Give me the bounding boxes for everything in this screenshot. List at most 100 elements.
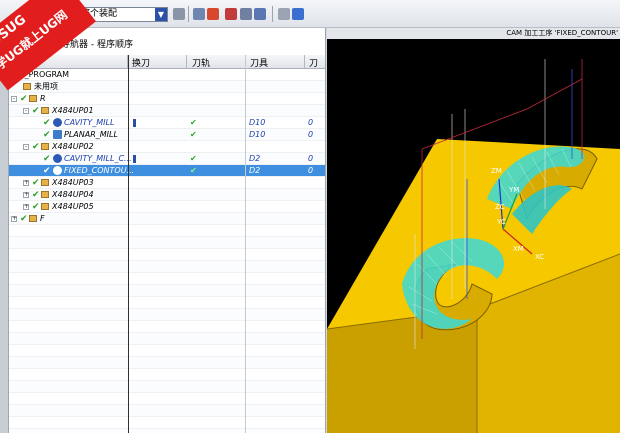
empty-row — [9, 273, 325, 285]
row-tool: D10 — [249, 118, 266, 127]
path-check-icon: ✔ — [190, 130, 197, 139]
cavity-mill-icon — [53, 118, 62, 127]
tree-row[interactable]: + ✔ F — [9, 213, 325, 225]
folder-icon — [23, 83, 31, 90]
row-name: X484UP02 — [52, 142, 94, 151]
tree-row[interactable]: ✔ CAVITY_MILL ✔ D10 0 — [9, 117, 325, 129]
axis-ym-label: YM — [508, 186, 519, 194]
row-name: PLANAR_MILL — [64, 130, 118, 139]
check-icon: ✔ — [43, 154, 51, 164]
check-icon: ✔ — [20, 94, 28, 104]
row-name: 未用项 — [34, 82, 58, 91]
collapse-icon[interactable]: - — [23, 108, 29, 114]
folder-icon — [41, 107, 49, 114]
tree-row[interactable]: + ✔ X484UP05 — [9, 201, 325, 213]
folder-icon — [41, 179, 49, 186]
empty-row — [9, 345, 325, 357]
expand-icon[interactable]: + — [23, 180, 29, 186]
check-icon: ✔ — [43, 130, 51, 140]
axis-xc-label: XC — [535, 253, 544, 261]
empty-row — [9, 393, 325, 405]
chevron-down-icon[interactable]: ▼ — [155, 8, 167, 21]
folder-icon — [29, 95, 37, 102]
empty-row — [9, 417, 325, 429]
check-icon: ✔ — [43, 118, 51, 128]
view-icon[interactable] — [278, 8, 290, 20]
row-num: 0 — [308, 154, 314, 163]
axis-zm-label: ZM — [491, 167, 502, 175]
empty-row — [9, 333, 325, 345]
point-icon[interactable] — [225, 8, 237, 20]
tree-row[interactable]: - ✔ X484UP01 — [9, 105, 325, 117]
select-all-icon[interactable] — [240, 8, 252, 20]
select-icon[interactable] — [193, 8, 205, 20]
tree-row[interactable]: 未用项 — [9, 81, 325, 93]
row-name: CAVITY_MILL_C... — [64, 154, 132, 163]
cam-model-view[interactable]: ZM YM XM ZC YC XC — [327, 39, 620, 433]
empty-row — [9, 369, 325, 381]
tree-row[interactable]: - ✔ R — [9, 93, 325, 105]
empty-row — [9, 381, 325, 393]
folder-icon — [41, 191, 49, 198]
toolbar: 整个装配 ▼ — [0, 0, 620, 28]
row-num: 0 — [308, 118, 314, 127]
tree-row[interactable]: ✔ CAVITY_MILL_C... ✔ D2 0 — [9, 153, 325, 165]
expand-icon[interactable]: + — [23, 192, 29, 198]
filter-icon[interactable] — [173, 8, 185, 20]
viewport-title: CAM 加工工序 'FIXED_CONTOUR' — [327, 28, 620, 39]
tree-row[interactable]: NC_PROGRAM — [9, 69, 325, 81]
rectangle-select-icon[interactable] — [254, 8, 266, 20]
toolbar-separator — [272, 6, 273, 22]
row-tool: D2 — [249, 154, 261, 163]
col-tool[interactable]: 刀具 — [250, 56, 268, 69]
tree-row[interactable]: + ✔ X484UP03 — [9, 177, 325, 189]
empty-row — [9, 309, 325, 321]
column-line — [245, 55, 246, 433]
tree-row[interactable]: - ✔ X484UP02 — [9, 141, 325, 153]
expand-icon[interactable]: + — [11, 216, 17, 222]
cavity-mill-icon — [53, 154, 62, 163]
empty-row — [9, 321, 325, 333]
empty-row — [9, 261, 325, 273]
check-icon: ✔ — [32, 178, 40, 188]
row-name: X484UP01 — [52, 106, 94, 115]
check-icon: ✔ — [20, 214, 28, 224]
col-toolchange[interactable]: 换刀 — [132, 56, 150, 69]
axis-yc-label: YC — [496, 218, 506, 226]
column-line — [128, 55, 129, 433]
col-extra[interactable]: 刀 — [309, 56, 318, 69]
path-check-icon: ✔ — [190, 118, 197, 127]
navigator-header: 换刀 刀轨 刀具 刀 — [9, 55, 325, 69]
empty-row — [9, 225, 325, 237]
tree-row[interactable]: ✔ PLANAR_MILL ✔ D10 0 — [9, 129, 325, 141]
row-name: FIXED_CONTOU... — [64, 166, 135, 175]
graphics-viewport[interactable]: CAM 加工工序 'FIXED_CONTOUR' ZM YM XM ZC YC … — [327, 28, 620, 433]
row-num: 0 — [308, 166, 314, 175]
tree-row[interactable]: + ✔ X484UP04 — [9, 189, 325, 201]
folder-icon — [41, 143, 49, 150]
snap-icon[interactable] — [207, 8, 219, 20]
check-icon: ✔ — [32, 142, 40, 152]
check-icon: ✔ — [43, 166, 51, 176]
expand-icon[interactable]: + — [23, 204, 29, 210]
cube-icon[interactable] — [292, 8, 304, 20]
check-icon: ✔ — [32, 202, 40, 212]
collapse-icon[interactable]: - — [23, 144, 29, 150]
collapse-icon[interactable]: - — [11, 96, 17, 102]
path-check-icon: ✔ — [190, 154, 197, 163]
folder-icon — [29, 215, 37, 222]
tree-row-selected[interactable]: ✔ FIXED_CONTOU... ✔ D2 0 — [9, 165, 325, 177]
planar-mill-icon — [53, 130, 62, 139]
column-divider — [186, 55, 187, 69]
row-name: F — [40, 214, 45, 223]
row-tool: D10 — [249, 130, 266, 139]
col-path[interactable]: 刀轨 — [192, 56, 210, 69]
row-name: X484UP05 — [52, 202, 94, 211]
fixed-contour-icon — [53, 166, 62, 175]
empty-row — [9, 429, 325, 433]
row-num: 0 — [308, 130, 314, 139]
empty-row — [9, 405, 325, 417]
empty-row — [9, 297, 325, 309]
axis-xm-label: XM — [513, 245, 524, 253]
row-name: CAVITY_MILL — [64, 118, 115, 127]
